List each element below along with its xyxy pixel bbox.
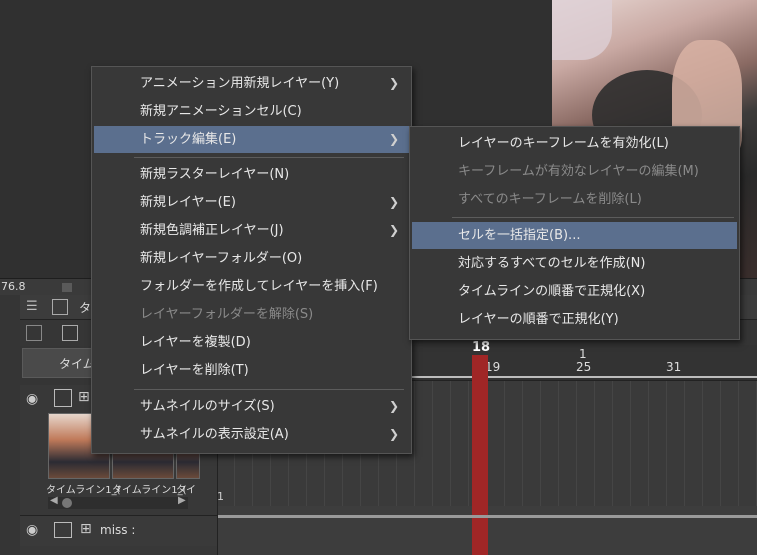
submenu-item-enable-keyframes[interactable]: レイヤーのキーフレームを有効化(L) xyxy=(412,130,737,157)
chevron-right-icon: ❯ xyxy=(388,399,399,413)
menu-item-label: レイヤーフォルダーを解除(S) xyxy=(140,307,314,322)
scroll-left-icon[interactable]: ◀ xyxy=(50,495,58,506)
menu-item-label: セルを一括指定(B)... xyxy=(458,228,581,243)
menu-item-new-layer[interactable]: 新規レイヤー(E) ❯ xyxy=(94,189,409,216)
menu-item-delete-layer[interactable]: レイヤーを削除(T) xyxy=(94,357,409,384)
ruler-mark: 25 xyxy=(576,360,592,374)
menu-item-label: タイムラインの順番で正規化(X) xyxy=(458,284,646,299)
chevron-right-icon: ❯ xyxy=(388,223,399,237)
menu-item-label: レイヤーを複製(D) xyxy=(140,335,251,350)
menu-separator xyxy=(134,389,404,390)
zoom-slider[interactable] xyxy=(62,283,72,292)
chevron-right-icon: ❯ xyxy=(388,132,399,146)
menu-separator xyxy=(134,157,404,158)
layer-context-menu: アニメーション用新規レイヤー(Y) ❯ 新規アニメーションセル(C) トラック編… xyxy=(91,66,412,454)
menu-item-duplicate-layer[interactable]: レイヤーを複製(D) xyxy=(94,329,409,356)
menu-item-label: 対応するすべてのセルを作成(N) xyxy=(458,256,646,271)
thumbnail-scrollbar[interactable]: ◀ ▶ xyxy=(48,495,188,509)
zoom-value[interactable]: 76.8 xyxy=(0,279,26,295)
track-divider xyxy=(217,515,757,518)
scroll-right-icon[interactable]: ▶ xyxy=(178,495,186,506)
menu-item-label: すべてのキーフレームを削除(L) xyxy=(458,192,642,207)
menu-item-new-animation-layer[interactable]: アニメーション用新規レイヤー(Y) ❯ xyxy=(94,70,409,97)
menu-item-release-folder: レイヤーフォルダーを解除(S) xyxy=(94,301,409,328)
panel-title: タ xyxy=(79,301,92,315)
thumbnail-label: タイ xyxy=(176,485,196,496)
animation-folder-icon xyxy=(54,389,72,407)
chevron-right-icon: ❯ xyxy=(388,195,399,209)
menu-item-label: 新規色調補正レイヤー(J) xyxy=(140,223,284,238)
track-edit-submenu: レイヤーのキーフレームを有効化(L) キーフレームが有効なレイヤーの編集(M) … xyxy=(409,126,740,340)
film-icon xyxy=(54,522,72,538)
submenu-item-normalize-timeline-order[interactable]: タイムラインの順番で正規化(X) xyxy=(412,278,737,305)
timeline-tab-label: タイム xyxy=(59,357,95,371)
expand-plus-icon[interactable]: ⊞ xyxy=(78,389,90,405)
timeline-panel-icon xyxy=(52,299,68,315)
ruler-top-mark: 1 xyxy=(579,347,587,361)
artwork-detail xyxy=(552,0,612,60)
scroll-knob[interactable] xyxy=(62,498,72,508)
menu-item-track-edit[interactable]: トラック編集(E) ❯ xyxy=(94,126,409,153)
menu-item-label: 新規アニメーションセル(C) xyxy=(140,104,302,119)
menu-item-label: レイヤーの順番で正規化(Y) xyxy=(458,312,619,327)
menu-item-thumbnail-display[interactable]: サムネイルの表示設定(A) ❯ xyxy=(94,421,409,448)
panel-menu-icon[interactable]: ☰ xyxy=(26,299,38,314)
layer-row[interactable]: ◉ ⊞ miss : xyxy=(20,515,217,546)
menu-item-label: レイヤーのキーフレームを有効化(L) xyxy=(458,136,669,151)
menu-item-label: レイヤーを削除(T) xyxy=(140,363,249,378)
menu-separator xyxy=(452,217,734,218)
visibility-eye-icon[interactable]: ◉ xyxy=(26,522,38,538)
menu-item-new-raster-layer[interactable]: 新規ラスターレイヤー(N) xyxy=(94,161,409,188)
submenu-item-delete-all-keyframes: すべてのキーフレームを削除(L) xyxy=(412,186,737,213)
submenu-item-normalize-layer-order[interactable]: レイヤーの順番で正規化(Y) xyxy=(412,306,737,333)
menu-item-label: キーフレームが有効なレイヤーの編集(M) xyxy=(458,164,699,179)
timeline-tool-icon[interactable] xyxy=(26,325,42,341)
menu-item-label: サムネイルの表示設定(A) xyxy=(140,427,289,442)
chevron-right-icon: ❯ xyxy=(388,427,399,441)
submenu-item-edit-keyframe-layer: キーフレームが有効なレイヤーの編集(M) xyxy=(412,158,737,185)
menu-item-new-layer-folder[interactable]: 新規レイヤーフォルダー(O) xyxy=(94,245,409,272)
menu-item-label: 新規ラスターレイヤー(N) xyxy=(140,167,290,182)
cell-number: 1 xyxy=(217,490,224,503)
submenu-item-create-all-cells[interactable]: 対応するすべてのセルを作成(N) xyxy=(412,250,737,277)
menu-item-label: フォルダーを作成してレイヤーを挿入(F) xyxy=(140,279,378,294)
menu-item-label: 新規レイヤー(E) xyxy=(140,195,236,210)
menu-item-create-folder-insert[interactable]: フォルダーを作成してレイヤーを挿入(F) xyxy=(94,273,409,300)
playhead[interactable] xyxy=(472,355,488,555)
menu-item-thumbnail-size[interactable]: サムネイルのサイズ(S) ❯ xyxy=(94,393,409,420)
menu-item-label: サムネイルのサイズ(S) xyxy=(140,399,275,414)
expand-plus-icon[interactable]: ⊞ xyxy=(80,521,92,537)
menu-item-new-correction-layer[interactable]: 新規色調補正レイヤー(J) ❯ xyxy=(94,217,409,244)
layer-name: miss : xyxy=(100,523,136,537)
timeline-tool-icon[interactable] xyxy=(62,325,78,341)
playhead-frame: 18 xyxy=(472,340,491,355)
thumbnail-label: タイムライン1_( xyxy=(46,485,121,496)
menu-item-new-animation-cell[interactable]: 新規アニメーションセル(C) xyxy=(94,98,409,125)
menu-item-label: トラック編集(E) xyxy=(140,132,237,147)
chevron-right-icon: ❯ xyxy=(388,76,399,90)
menu-item-label: 新規レイヤーフォルダー(O) xyxy=(140,251,303,266)
ruler-mark: 31 xyxy=(666,360,682,374)
submenu-item-batch-assign-cells[interactable]: セルを一括指定(B)... xyxy=(412,222,737,249)
visibility-eye-icon[interactable]: ◉ xyxy=(26,391,38,407)
menu-item-label: アニメーション用新規レイヤー(Y) xyxy=(140,76,340,91)
